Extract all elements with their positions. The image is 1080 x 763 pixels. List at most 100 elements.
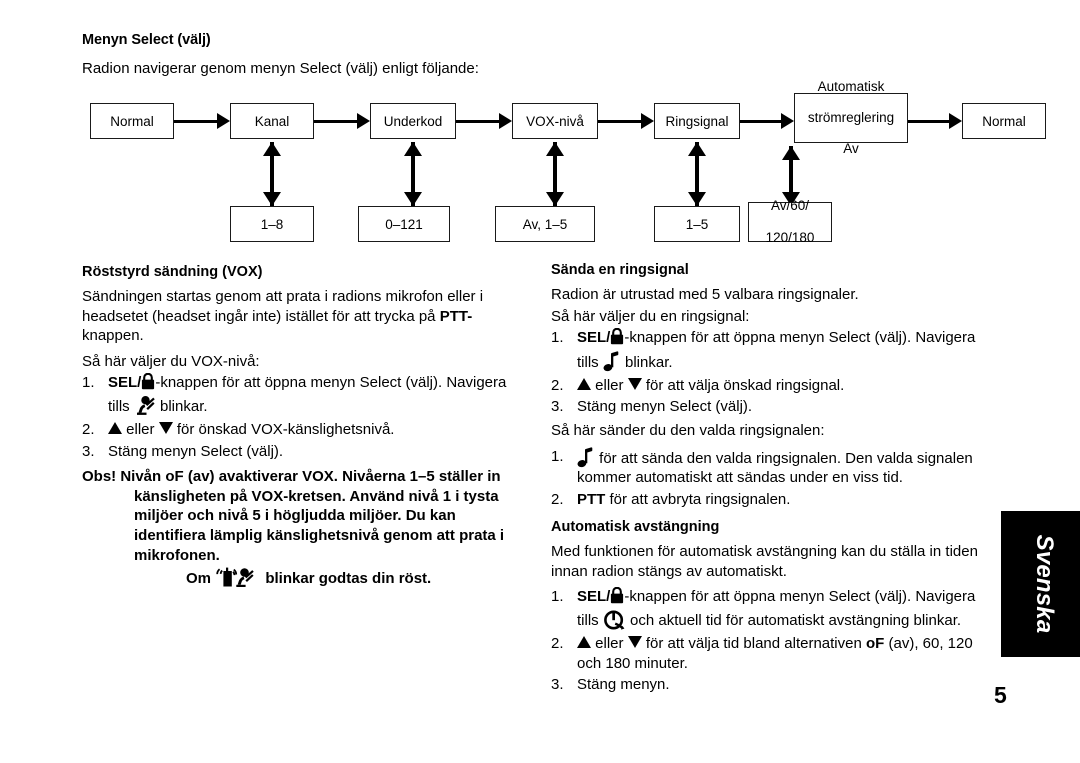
- step-sub-pre: tills: [577, 353, 603, 371]
- step-number: 3.: [82, 442, 95, 460]
- list-item: 3. Stäng menyn.: [551, 675, 997, 695]
- lock-icon: [141, 373, 155, 390]
- step-sub-pre: tills: [108, 397, 134, 415]
- step-sub-line: tills blinkar.: [108, 395, 514, 418]
- flow-arrow-1: [174, 113, 230, 129]
- ringsignal-send-steps-list: 1. för att sända den valda ringsignalen.…: [551, 446, 997, 510]
- flow-box-normal-end: Normal: [962, 103, 1046, 139]
- menu-select-section: Menyn Select (välj) Radion navigerar gen…: [82, 32, 602, 79]
- ptt-bold: PTT: [577, 490, 606, 508]
- flow-box-label-line3: Av: [843, 141, 859, 157]
- flow-box-label: Kanal: [254, 113, 290, 129]
- section-heading-ringsignal: Sända en ringsignal: [551, 262, 689, 278]
- flow-box-underkod-range: 0–121: [358, 206, 450, 242]
- music-note-icon: [603, 351, 621, 372]
- flow-arrow-2: [314, 113, 370, 129]
- flow-box-auto-range: Av/60/ 120/180: [748, 198, 832, 245]
- ringsignal-steps-list: 1. SEL/ -knappen för att öppna menyn Sele…: [551, 328, 997, 417]
- page-number: 5: [994, 682, 1007, 708]
- flow-box-label: Underkod: [383, 113, 443, 129]
- step-text: Stäng menyn Select (välj).: [577, 398, 753, 416]
- flow-box-vox-niva: VOX-nivå: [512, 103, 598, 139]
- note-last-pre: Om: [186, 570, 216, 588]
- flow-box-normal-start: Normal: [90, 103, 174, 139]
- flow-arrow-6: [908, 113, 962, 129]
- list-item: 1. SEL/ -knappen för att öppna menyn Sele…: [551, 586, 997, 633]
- section-heading-menu-select: Menyn Select (välj): [82, 32, 211, 48]
- section-heading-automatisk-avstangning: Automatisk avstängning: [551, 519, 720, 536]
- flow-box-ringsignal-range: 1–5: [654, 206, 740, 242]
- vox-intro-tail: knappen.: [82, 327, 144, 345]
- flow-arrow-4: [598, 113, 654, 129]
- note-last-post: blinkar godtas din röst.: [261, 570, 432, 588]
- triangle-up-icon: [577, 636, 591, 649]
- flow-box-label-multiline: Av/60/ 120/180: [749, 198, 831, 246]
- step-sub-pre: tills: [577, 612, 603, 630]
- flow-arrow-5: [740, 113, 794, 129]
- step-conjunction: eller: [591, 376, 628, 394]
- step-text: Stäng menyn.: [577, 676, 670, 694]
- lock-icon: [610, 328, 624, 345]
- vox-intro-text: Sändningen startas genom att prata i rad…: [82, 288, 484, 325]
- flow-box-label: 1–8: [260, 216, 284, 232]
- step-text: för att sända den valda ringsignalen. De…: [577, 449, 973, 487]
- flow-box-label: VOX-nivå: [526, 113, 584, 129]
- ringsignal-send-intro: Så här sänder du den valda ringsignalen:: [551, 421, 825, 439]
- ringsignal-intro-2: Så här väljer du en ringsignal:: [551, 307, 750, 325]
- flow-box-label: Av, 1–5: [522, 216, 568, 232]
- step-text: för att avbryta ringsignalen.: [605, 490, 791, 508]
- step-number: 1.: [82, 374, 95, 392]
- list-item: 2. eller för att välja tid bland alterna…: [551, 634, 997, 673]
- side-tab-label: Svenska: [1031, 534, 1058, 634]
- step-conjunction: eller: [591, 635, 628, 653]
- power-icon: [603, 609, 626, 631]
- note-last-line: Om blinkar godtas din röst.: [134, 567, 514, 589]
- triangle-down-icon: [627, 636, 642, 649]
- triangle-up-icon: [108, 421, 122, 434]
- vox-person-icon: [134, 395, 156, 416]
- list-item: 1. SEL/ -knappen för att öppna menyn Sele…: [551, 328, 997, 374]
- right-column: Sända en ringsignal Radion är utrustad m…: [551, 262, 997, 699]
- step-number: 3.: [551, 676, 564, 694]
- list-item: 2. eller för att välja önskad ringsignal…: [551, 376, 997, 396]
- triangle-down-icon: [158, 421, 173, 434]
- step-number: 1.: [551, 329, 564, 347]
- step-sub-line: tills blinkar.: [577, 351, 997, 374]
- flow-box-automatisk-stromreglering: Automatisk strömreglering Av: [794, 79, 908, 156]
- of-bold: oF: [865, 635, 885, 653]
- flow-box-underkod: Underkod: [370, 103, 456, 139]
- auto-off-intro: Med funktionen för automatisk avstängnin…: [551, 543, 978, 580]
- step-sub-post: blinkar.: [155, 397, 208, 415]
- language-side-tab: Svenska: [1001, 511, 1080, 657]
- flow-box-label: 1–5: [685, 216, 709, 232]
- flow-box-label-line2: 120/180: [765, 230, 815, 245]
- lock-icon: [610, 586, 624, 604]
- sel-label: SEL/: [577, 329, 611, 347]
- step-text: för att välja önskad ringsignal.: [641, 376, 845, 394]
- step-text: Stäng menyn Select (välj).: [108, 442, 284, 460]
- flow-box-kanal: Kanal: [230, 103, 314, 139]
- flow-box-label: Normal: [110, 113, 154, 129]
- step-sub-post: och aktuell tid för automatiskt avstängn…: [625, 612, 962, 630]
- step-number: 2.: [551, 376, 564, 394]
- vox-note: Obs! Nivån oF (av) avaktiverar VOX. Nivå…: [82, 467, 514, 589]
- list-item: 2. eller för önskad VOX-känslighetsnivå.: [82, 420, 514, 440]
- vox-section: Röststyrd sändning (VOX) Sändningen star…: [82, 264, 514, 589]
- select-menu-flowchart: Normal Kanal Underkod VOX-nivå Ringsigna…: [90, 79, 1046, 247]
- ringsignal-intro-1: Radion är utrustad med 5 valbara ringsig…: [551, 286, 859, 303]
- flow-box-label-line2: strömreglering: [807, 110, 895, 126]
- step-sub-line: tills och aktuell tid för automatiskt av…: [577, 609, 997, 632]
- flow-box-label: Normal: [982, 113, 1026, 129]
- step-text: -knappen för att öppna menyn Select (väl…: [624, 329, 976, 347]
- vox-steps-list: 1. SEL/ -knappen för att öppna menyn Sele…: [82, 373, 514, 461]
- flow-arrow-3: [456, 113, 512, 129]
- step-sub-post: blinkar.: [620, 353, 673, 371]
- flow-vertical-arrow-auto: [782, 146, 800, 206]
- flow-box-ringsignal: Ringsignal: [654, 103, 740, 139]
- list-item: 3. Stäng menyn Select (välj).: [551, 397, 997, 417]
- step-number: 2.: [551, 490, 564, 508]
- list-item: 2. PTT för att avbryta ringsignalen.: [551, 490, 997, 510]
- step-text: -knappen för att öppna menyn Select (väl…: [624, 587, 976, 605]
- flow-vertical-arrow-kanal: [263, 142, 281, 206]
- step-text: för önskad VOX-känslighetsnivå.: [172, 420, 395, 438]
